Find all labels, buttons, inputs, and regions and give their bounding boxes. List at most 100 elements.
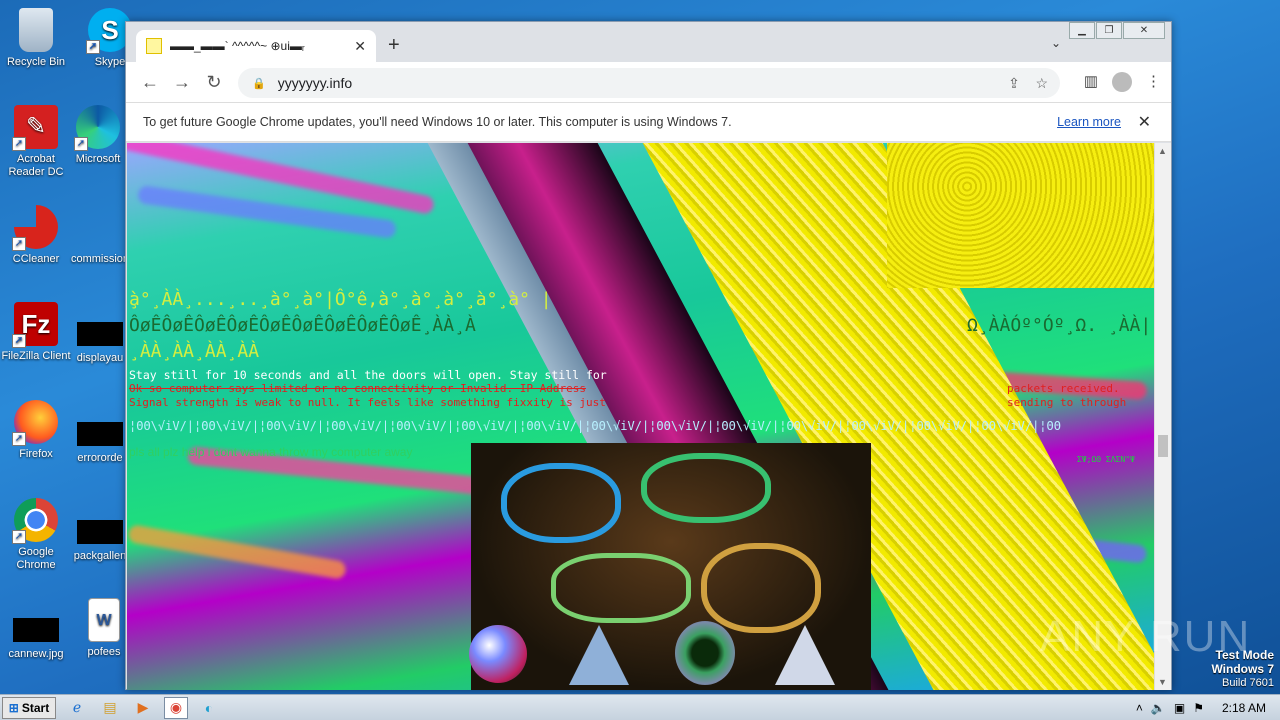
stay-still-text: Stay still for 10 seconds and all the do… [129,368,607,382]
firefox-icon: ➚ [12,400,58,446]
infobar-message: To get future Google Chrome updates, you… [143,115,732,129]
back-button[interactable]: ← [134,72,166,93]
glass-pyramid-icon[interactable] [775,625,835,685]
glitch-line-3: ¸ÀÀ¸ÀÀ¸ÀÀ¸ÀÀ [129,341,260,362]
desktop-icon-ccleaner[interactable]: ➚ CCleaner [0,205,72,266]
close-infobar-icon[interactable]: ✕ [1138,112,1151,132]
profile-avatar[interactable] [1112,72,1132,92]
address-bar[interactable]: 🔒 yyyyyyy.info ⇪ ☆ [238,68,1060,98]
start-label: Start [21,700,50,715]
test-mode-watermark: Test Mode Windows 7 Build 7601 [1211,648,1274,690]
menu-kebab-icon[interactable]: ⋮ [1146,72,1161,92]
desktop-icon-label: commission [70,253,130,265]
minimize-button[interactable]: ▁ [1069,22,1095,39]
desktop-icon-filezilla[interactable]: Fz ➚ FileZilla Client [0,302,72,363]
close-tab-icon[interactable]: ✕ [354,38,366,55]
share-icon[interactable]: ⇪ [1008,75,1020,91]
desktop-icon-label: Firefox [19,448,53,460]
scrollbar-thumb[interactable] [1158,435,1168,457]
windows-logo-icon: ⊞ [8,700,19,715]
glitch-line-1: ̧à°¸ÀÀ¸...¸..¸à°¸à°|Ô°ê,à°¸à°¸à°¸à°¸à° | [129,289,552,310]
action-center-flag-icon[interactable]: ⚑ [1193,701,1204,715]
file-thumbnail-icon [77,322,123,346]
desktop-icon-label: cannew.jpg [8,648,64,660]
update-infobar: To get future Google Chrome updates, you… [126,102,1171,142]
chrome-icon: ➚ [12,498,58,544]
red-warning-text: Ok so computer says limited or no connec… [129,382,586,395]
taskbar-edge-icon[interactable]: ◐ [197,697,221,719]
small-side-text: ΣΨ;ΩΘ ΣΛΣΝ"Ψ [1077,455,1135,464]
desktop-icon-cannew[interactable]: cannew.jpg [0,608,72,661]
filezilla-icon: Fz ➚ [12,302,58,348]
fractal-ring [641,453,771,523]
browser-toolbar: ← → ↻ 🔒 yyyyyyy.info ⇪ ☆ ▥ ⋮ [126,62,1171,102]
fractal-ring [501,463,621,543]
fractal-ring [701,543,821,633]
glass-ring-icon[interactable] [675,621,735,685]
glass-orb-icon[interactable] [469,625,527,683]
taskbar-media-player-icon[interactable]: ▶ [131,697,155,719]
side-panel-icon[interactable]: ▥ [1084,72,1098,92]
edge-icon: ➚ [74,105,120,151]
share-and-bookmark-icons: ⇪ ☆ [1008,75,1048,92]
start-button[interactable]: ⊞ Start [2,696,56,719]
clock[interactable]: 2:18 AM [1222,701,1266,715]
desktop-icon-chrome[interactable]: ➚ Google Chrome [0,498,72,572]
red-warning-text-right: sending to through [1007,396,1127,409]
tab-title: ▬▬_▬▬` ^^^^^~ ⊕ui▬ᵣ [170,39,305,53]
close-window-button[interactable]: ✕ [1123,22,1165,39]
red-warning-text: Signal strength is weak to null. It feel… [129,396,606,409]
watermark-line: Windows 7 [1211,662,1274,676]
system-tray: ˄ 🔈 ▣ ⚑ 2:18 AM [1136,695,1280,720]
tray-expand-icon[interactable]: ˄ [1136,701,1143,715]
favicon-icon [146,38,162,54]
url-text: yyyyyyy.info [277,75,353,91]
browser-window: ▁ ❐ ✕ ▬▬_▬▬` ^^^^^~ ⊕ui▬ᵣ ✕ + ⌄ ← → ↻ 🔒 … [125,21,1172,690]
help-plea-text: pls all plz help i dont wanna throw my c… [129,445,413,459]
desktop-icon-firefox[interactable]: ➚ Firefox [0,400,72,461]
fractal-ring [551,553,691,623]
desktop-icon-edge[interactable]: ➚ Microsoft [62,105,134,166]
desktop-icon-label: Acrobat Reader DC [8,153,64,178]
bookmark-star-icon[interactable]: ☆ [1035,75,1048,91]
file-thumbnail-icon [77,520,123,544]
taskbar: ⊞ Start ℯ ▤ ▶ ◉ ◐ ˄ 🔈 ▣ ⚑ 2:18 AM [0,694,1280,720]
taskbar-ie-icon[interactable]: ℯ [65,697,89,719]
reload-button[interactable]: ↻ [198,72,230,93]
network-icon[interactable]: ▣ [1174,701,1185,715]
desktop-icon-label: Google Chrome [16,546,56,571]
file-thumbnail-icon [77,422,123,446]
learn-more-link[interactable]: Learn more [1057,115,1121,129]
new-tab-button[interactable]: + [388,34,400,57]
desktop-icon-label: pofees [87,646,121,658]
recycle-bin-icon [19,8,53,52]
lock-icon[interactable]: 🔒 [252,77,266,90]
desktop-icon-recycle-bin[interactable]: Recycle Bin [0,8,72,69]
glass-pyramid-icon[interactable] [569,625,629,685]
vertical-scrollbar[interactable]: ▲ ▼ [1154,143,1171,690]
desktop-icon-label: errororde [77,452,123,464]
acrobat-icon: ✎ ➚ [12,105,58,151]
window-controls: ▁ ❐ ✕ [1068,22,1165,39]
red-warning-text-right: packets received. [1007,382,1120,395]
taskbar-chrome-icon[interactable]: ◉ [164,696,188,719]
desktop-icon-label: Skype [94,56,126,68]
taskbar-explorer-icon[interactable]: ▤ [98,697,122,719]
tab-active[interactable]: ▬▬_▬▬` ^^^^^~ ⊕ui▬ᵣ ✕ [136,30,376,62]
desktop-icon-label: CCleaner [12,253,60,265]
glitch-line-2-right: Ω¸ÀÀÓº°Óº¸Ω. ¸ÀÀ| [967,315,1152,336]
desktop-icon-label: FileZilla Client [1,350,71,362]
desktop-icon-label: displayau [76,352,124,364]
scroll-down-icon[interactable]: ▼ [1158,677,1167,687]
maximize-button[interactable]: ❐ [1096,22,1122,39]
page-viewport[interactable]: ̧à°¸ÀÀ¸...¸..¸à°¸à°|Ô°ê,à°¸à°¸à°¸à°¸à° |… [127,143,1154,690]
volume-icon[interactable]: 🔈 [1151,701,1166,715]
glitch-line-2: ÔøÊÔøÊÔøÊÔøÊÔøÊÔøÊÔøÊÔøÊÔøÊ¸ÀÀ¸À [129,315,476,336]
forward-button[interactable]: → [166,72,198,93]
image-thumbnail-icon [13,618,59,642]
word-document-icon: W [88,598,120,642]
toolbar-right: ▥ ⋮ [1084,72,1161,92]
scroll-up-icon[interactable]: ▲ [1158,146,1167,156]
watermark-line: Test Mode [1215,648,1274,662]
tab-search-chevron-icon[interactable]: ⌄ [1051,36,1061,50]
